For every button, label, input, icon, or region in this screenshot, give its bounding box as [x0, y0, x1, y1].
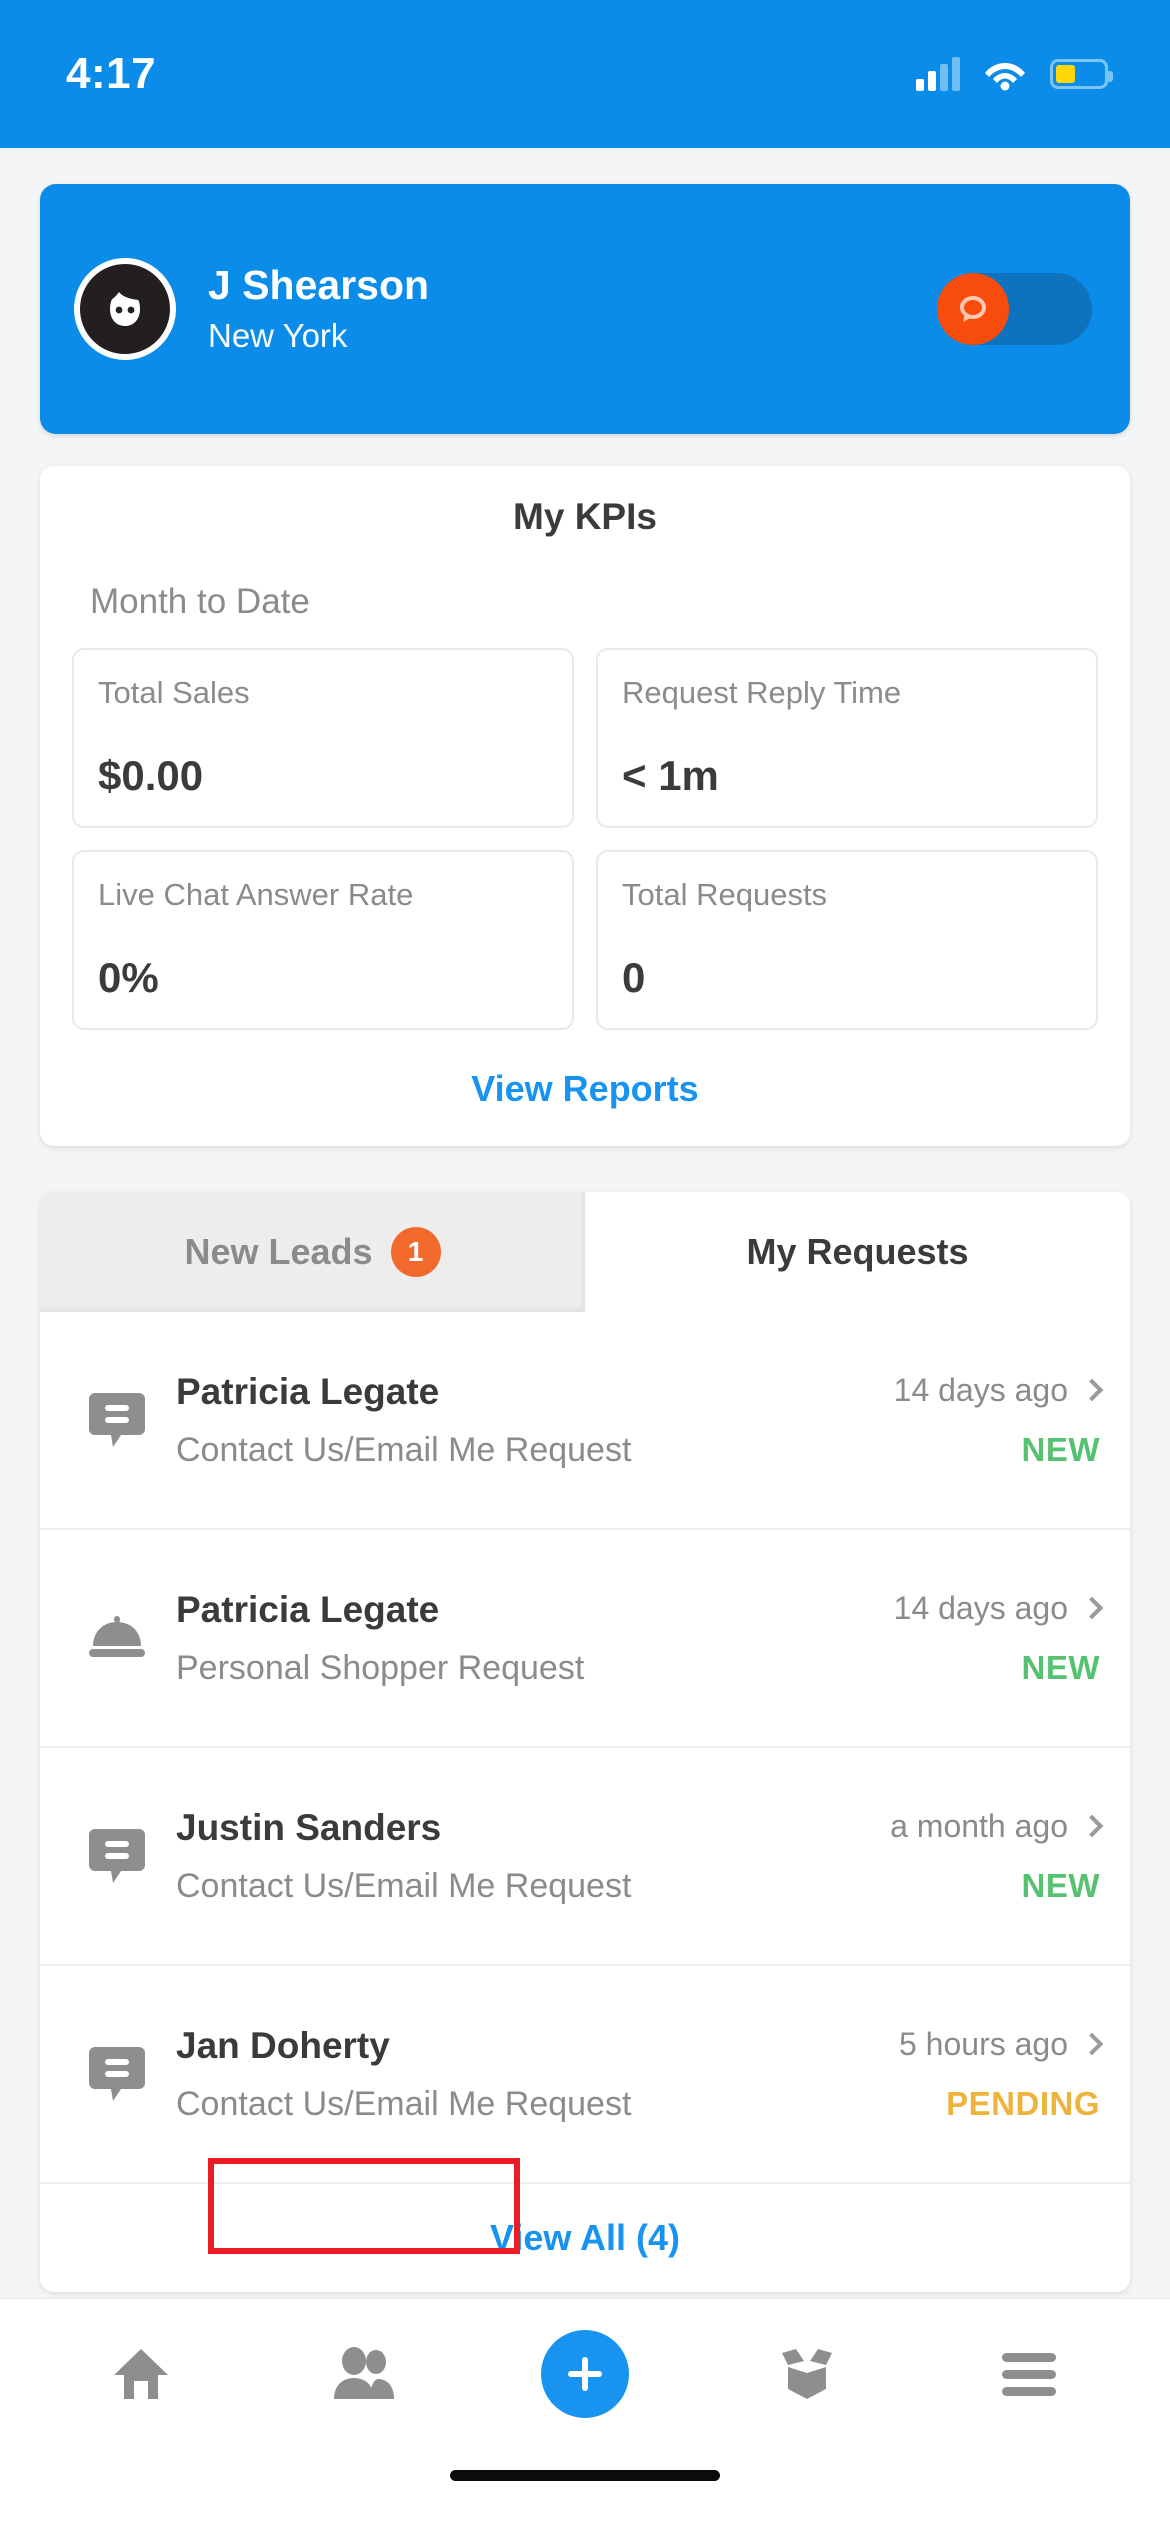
kpi-label: Total Requests	[622, 877, 828, 912]
lead-timestamp-wrap: a month ago	[890, 1807, 1104, 1845]
lead-description: Contact Us/Email Me Request	[176, 1866, 632, 1905]
tab-label: My Requests	[746, 1231, 969, 1272]
lead-timestamp-wrap: 14 days ago	[893, 1371, 1104, 1409]
cloche-service-icon	[74, 1613, 160, 1663]
kpi-subtitle: Month to Date	[90, 582, 310, 621]
row-meta: 14 days ago NEW	[893, 1371, 1104, 1469]
nav-item-products[interactable]	[732, 2319, 882, 2429]
kpi-tile-total-requests[interactable]: Total Requests 0	[596, 850, 1098, 1030]
tab-new-leads[interactable]: New Leads 1	[40, 1192, 585, 1312]
signal-bars-icon	[916, 57, 960, 91]
status-indicators	[916, 57, 1113, 91]
kpi-title: My KPIs	[513, 496, 657, 537]
kpi-value: 0	[622, 954, 646, 1001]
profile-header-card: J Shearson New York	[40, 184, 1130, 434]
lead-description: Contact Us/Email Me Request	[176, 1430, 632, 1469]
table-row[interactable]: Jan Doherty Contact Us/Email Me Request …	[40, 1966, 1130, 2184]
kpi-tile-live-chat-answer-rate[interactable]: Live Chat Answer Rate 0%	[72, 850, 574, 1030]
kpi-value: $0.00	[98, 752, 204, 799]
kpi-value: 0%	[98, 954, 159, 1001]
lead-name: Patricia Legate	[176, 1370, 440, 1412]
row-text: Patricia Legate Personal Shopper Request	[160, 1589, 894, 1688]
home-indicator[interactable]	[450, 2470, 720, 2481]
toggle-knob[interactable]	[937, 273, 1009, 345]
row-meta: a month ago NEW	[890, 1807, 1104, 1905]
status-badge: NEW	[1021, 1866, 1100, 1904]
user-avatar-icon	[110, 287, 140, 326]
leads-requests-card: New Leads 1 My Requests Patricia Legate …	[40, 1192, 1130, 2292]
view-all-button[interactable]: View All (4)	[40, 2184, 1130, 2292]
nav-item-add[interactable]	[510, 2319, 660, 2429]
view-all-container: View All (4)	[40, 2158, 1130, 2292]
new-leads-badge: 1	[390, 1227, 441, 1277]
kpi-label: Request Reply Time	[622, 675, 902, 710]
lead-description: Contact Us/Email Me Request	[176, 2084, 632, 2123]
row-meta: 5 hours ago PENDING	[898, 2025, 1104, 2123]
battery-icon	[1050, 59, 1113, 89]
table-row[interactable]: Patricia Legate Personal Shopper Request…	[40, 1530, 1130, 1748]
kpi-label: Live Chat Answer Rate	[98, 877, 414, 912]
profile-name: J Shearson	[208, 262, 430, 309]
kpi-grid: Total Sales $0.00 Request Reply Time < 1…	[72, 648, 1098, 1030]
lead-timestamp: 14 days ago	[893, 1589, 1068, 1626]
status-badge: NEW	[1021, 1430, 1100, 1468]
people-icon	[334, 2346, 394, 2399]
kpi-tile-total-sales[interactable]: Total Sales $0.00	[72, 648, 574, 828]
nav-item-menu[interactable]	[954, 2319, 1104, 2429]
hamburger-menu-icon	[1002, 2352, 1056, 2396]
lead-timestamp-wrap: 14 days ago	[893, 1589, 1104, 1627]
table-row[interactable]: Patricia Legate Contact Us/Email Me Requ…	[40, 1312, 1130, 1530]
kpi-label: Total Sales	[98, 675, 250, 710]
status-badge: PENDING	[946, 2084, 1100, 2122]
nav-item-people[interactable]	[288, 2319, 438, 2429]
row-text: Patricia Legate Contact Us/Email Me Requ…	[160, 1371, 894, 1470]
message-bubble-icon	[74, 1825, 160, 1887]
message-bubble-icon	[74, 1389, 160, 1451]
app-screen: 4:17 J Shearson New York My KPIs Month t…	[0, 0, 1170, 2532]
home-icon	[114, 2348, 168, 2399]
tab-my-requests[interactable]: My Requests	[585, 1192, 1130, 1312]
lead-description: Personal Shopper Request	[176, 1648, 585, 1687]
bottom-navigation-bar	[0, 2298, 1170, 2448]
lead-name: Patricia Legate	[176, 1588, 440, 1630]
wifi-icon	[984, 57, 1026, 91]
lead-timestamp: 5 hours ago	[898, 2025, 1068, 2062]
kpi-tile-request-reply-time[interactable]: Request Reply Time < 1m	[596, 648, 1098, 828]
lead-name: Jan Doherty	[176, 2024, 390, 2066]
profile-text: J Shearson New York	[208, 263, 937, 354]
profile-location: New York	[208, 316, 348, 354]
lead-name: Justin Sanders	[176, 1806, 442, 1848]
lead-timestamp: a month ago	[890, 1807, 1068, 1844]
status-time: 4:17	[66, 49, 157, 98]
home-indicator-bar	[0, 2448, 1170, 2532]
message-bubble-icon	[74, 2043, 160, 2105]
view-reports-link[interactable]: View Reports	[72, 1068, 1098, 1110]
lead-timestamp: 14 days ago	[893, 1371, 1068, 1408]
chevron-right-icon[interactable]	[1080, 1596, 1104, 1620]
plus-icon	[568, 2356, 602, 2391]
avatar[interactable]	[74, 258, 176, 360]
nav-item-home[interactable]	[66, 2319, 216, 2429]
row-meta: 14 days ago NEW	[893, 1589, 1104, 1687]
row-text: Jan Doherty Contact Us/Email Me Request	[160, 2025, 899, 2124]
chevron-right-icon[interactable]	[1080, 1378, 1104, 1402]
open-box-icon	[782, 2348, 832, 2399]
status-bar: 4:17	[0, 0, 1170, 148]
tab-label: New Leads	[184, 1231, 373, 1272]
kpi-value: < 1m	[622, 752, 719, 799]
row-text: Justin Sanders Contact Us/Email Me Reque…	[160, 1807, 890, 1906]
lead-timestamp-wrap: 5 hours ago	[898, 2025, 1104, 2063]
status-badge: NEW	[1021, 1648, 1100, 1686]
scroll-content: J Shearson New York My KPIs Month to Dat…	[0, 148, 1170, 2298]
availability-toggle[interactable]	[937, 273, 1092, 345]
add-button[interactable]	[541, 2329, 629, 2418]
chevron-right-icon[interactable]	[1080, 1814, 1104, 1838]
chat-bubble-icon	[960, 296, 986, 322]
chevron-right-icon[interactable]	[1080, 2032, 1104, 2056]
tab-bar: New Leads 1 My Requests	[40, 1192, 1130, 1312]
table-row[interactable]: Justin Sanders Contact Us/Email Me Reque…	[40, 1748, 1130, 1966]
kpi-card: My KPIs Month to Date Total Sales $0.00 …	[40, 466, 1130, 1146]
